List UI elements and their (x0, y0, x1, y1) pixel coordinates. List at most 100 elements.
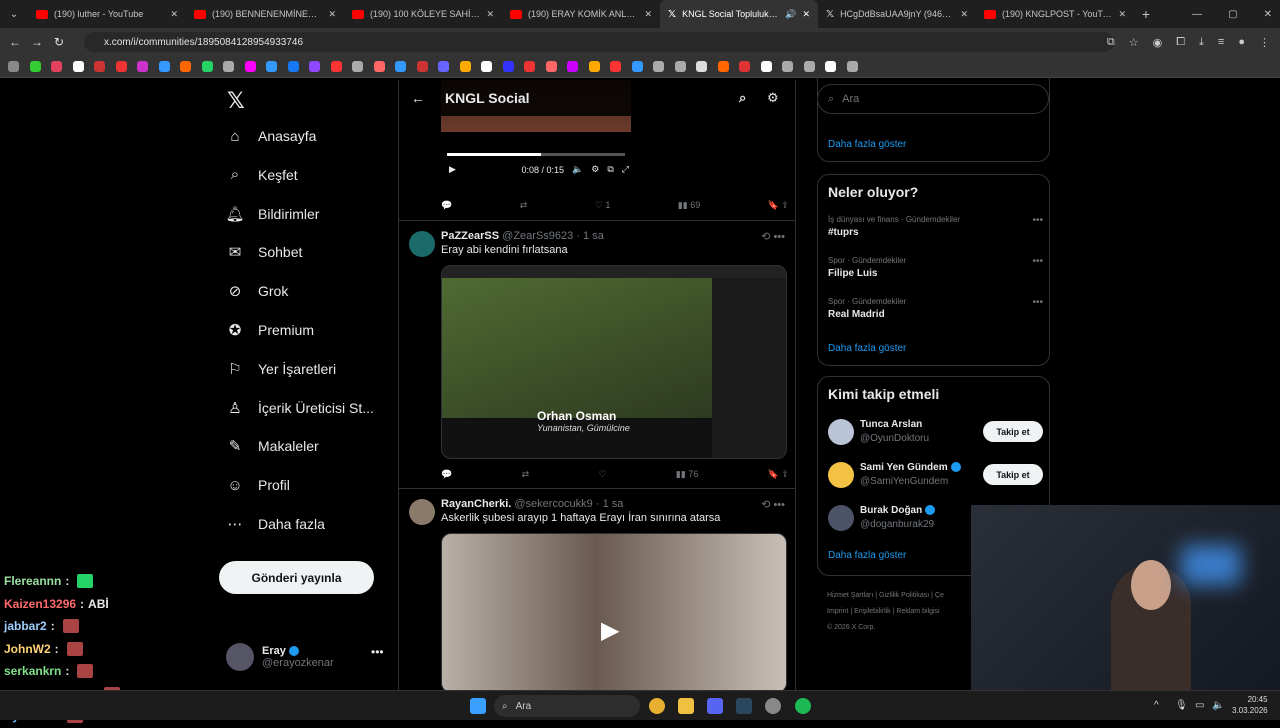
forward-icon[interactable]: → (26, 35, 48, 49)
bookmark-favicon-icon[interactable] (653, 61, 664, 72)
show-more-link[interactable]: Daha fazla göster (828, 343, 906, 354)
tweet[interactable]: RayanCherki. @sekercocukk9 · 1 sa ⟲ ••• … (399, 488, 795, 690)
chevron-up-icon[interactable]: ^ (1154, 700, 1159, 711)
clock[interactable]: 20:45 3.03.2026 (1232, 694, 1268, 716)
bookmark-favicon-icon[interactable] (739, 61, 750, 72)
profile-avatar-icon[interactable]: ● (1238, 36, 1245, 49)
avatar[interactable] (409, 231, 435, 257)
more-dots-icon[interactable]: ⟲ ••• (761, 498, 785, 511)
sidebar-item-profil[interactable]: ☺ Profil (226, 476, 290, 494)
bookmark-favicon-icon[interactable] (588, 61, 600, 72)
bookmark-favicon-icon[interactable] (545, 61, 557, 72)
network-icon[interactable]: ▭ (1195, 700, 1204, 711)
account-switcher[interactable]: Eray @erayozkenar ••• (226, 643, 384, 671)
folder-icon[interactable] (678, 698, 694, 714)
trend-item[interactable]: Spor · Gündemdekiler Real Madrid ••• (828, 297, 1043, 320)
x-logo-icon[interactable]: 𝕏 (227, 88, 245, 114)
bookmark-favicon-icon[interactable] (223, 61, 234, 72)
bookmark-favicon-icon[interactable] (266, 61, 277, 72)
bookmark-favicon-icon[interactable] (782, 61, 793, 72)
close-icon[interactable]: ✕ (960, 9, 968, 20)
trend-item[interactable]: İş dünyası ve finans · Gündemdekiler #tup… (828, 215, 1043, 238)
browser-tab[interactable]: (190) 100 KÖLEYE SAHİBELİK YA✕ (344, 0, 502, 28)
views-count[interactable]: ▮▮ 76 (676, 469, 698, 480)
bookmark-favicon-icon[interactable] (244, 61, 256, 72)
sidebar-item-sohbet[interactable]: ✉ Sohbet (226, 243, 303, 261)
menu-icon[interactable]: ⋮ (1259, 36, 1270, 49)
bookmark-favicon-icon[interactable] (201, 61, 213, 72)
like-button[interactable]: ♡ 1 (595, 200, 611, 211)
sidebar-item-bildirimler[interactable]: 🔔︎ Bildirimler (225, 205, 319, 223)
pip-icon[interactable]: ⧉ (607, 164, 613, 175)
follow-suggestion[interactable]: Sami Yen Gündem @SamiYenGundem Takip et (828, 460, 1043, 492)
sidebar-item-i-çerik-üreticisi-st[interactable]: ♙ İçerik Üreticisi St... (226, 399, 374, 417)
close-icon[interactable]: ✕ (328, 9, 336, 20)
close-window-button[interactable]: ✕ (1264, 9, 1272, 20)
bookmark-favicon-icon[interactable] (803, 61, 815, 72)
bookmark-favicon-icon[interactable] (610, 61, 621, 72)
bookmark-favicon-icon[interactable] (459, 61, 471, 72)
sidebar-item-makaleler[interactable]: ✎ Makaleler (226, 437, 319, 455)
bookmark-favicon-icon[interactable] (51, 61, 62, 72)
taskbar-search[interactable]: ⌕ Ara (494, 695, 640, 717)
bookmark-favicon-icon[interactable] (524, 61, 535, 72)
volume-icon[interactable]: 🔈 (1212, 700, 1224, 711)
media-icon[interactable]: ≡ (1218, 36, 1224, 49)
play-icon[interactable]: ▶ (601, 616, 631, 646)
reload-icon[interactable]: ↻ (48, 35, 70, 49)
bookmark-favicon-icon[interactable] (72, 61, 84, 72)
retweet-icon[interactable]: ⇄ (522, 469, 530, 480)
avatar[interactable] (409, 499, 435, 525)
bookmark-favicon-icon[interactable] (760, 61, 772, 72)
bookmark-favicon-icon[interactable] (438, 61, 449, 72)
more-dots-icon[interactable]: ••• (1032, 256, 1043, 267)
sidebar-item-yer-i-şaretleri[interactable]: ⚐ Yer İşaretleri (226, 360, 336, 378)
close-icon[interactable]: ✕ (1118, 9, 1126, 20)
bookmark-favicon-icon[interactable] (696, 61, 707, 72)
bookmark-favicon-icon[interactable] (330, 61, 342, 72)
tweet[interactable]: PaZZearSS @ZearSs9623 · 1 sa ⟲ ••• Eray … (399, 220, 795, 488)
cast-icon[interactable]: ⧉ (1107, 36, 1115, 49)
maximize-button[interactable]: ▢ (1228, 9, 1237, 20)
extension-icon[interactable]: ◉ (1153, 36, 1163, 49)
close-icon[interactable]: ✕ (644, 9, 652, 20)
bookmark-favicon-icon[interactable] (352, 61, 363, 72)
post-button[interactable]: Gönderi yayınla (219, 561, 374, 594)
bookmark-favicon-icon[interactable] (94, 61, 105, 72)
sidebar-item-keşfet[interactable]: ⌕ Keşfet (226, 166, 298, 184)
play-icon[interactable]: ▶ (449, 164, 456, 175)
video-progress-bar[interactable] (447, 153, 625, 156)
url-field[interactable]: x.com/i/communities/1895084128954933746 (84, 32, 1114, 52)
close-icon[interactable]: ✕ (170, 9, 178, 20)
bookmark-favicon-icon[interactable] (631, 61, 643, 72)
bookmark-icon[interactable]: 🔖 ⇪ (768, 200, 789, 211)
sidebar-item-premium[interactable]: ✪ Premium (226, 321, 314, 339)
bookmark-favicon-icon[interactable] (674, 61, 686, 72)
back-arrow-icon[interactable]: ← (411, 90, 445, 106)
bookmark-favicon-icon[interactable] (717, 61, 729, 72)
puzzle-icon[interactable]: ⧠ (1176, 36, 1185, 49)
trend-item[interactable]: Spor · Gündemdekiler Filipe Luis ••• (828, 256, 1043, 279)
bookmark-favicon-icon[interactable] (137, 61, 148, 72)
bookmark-favicon-icon[interactable] (29, 61, 41, 72)
bookmark-favicon-icon[interactable] (158, 61, 170, 72)
show-more-link[interactable]: Daha fazla göster (828, 550, 906, 561)
new-tab-button[interactable]: + (1134, 6, 1158, 22)
sidebar-item-daha-fazla[interactable]: ⋯ Daha fazla (226, 515, 325, 533)
browser-tab[interactable]: (190) ERAY KOMİK ANLAR 4 - A✕ (502, 0, 660, 28)
browser-tab[interactable]: (190) BENNENENMİNEMEMİMG✕ (186, 0, 344, 28)
bookmark-favicon-icon[interactable] (502, 61, 514, 72)
spotify-icon[interactable] (795, 698, 811, 714)
more-dots-icon[interactable]: ••• (1032, 215, 1043, 226)
settings-icon[interactable]: ⚙ (591, 164, 599, 175)
minimize-button[interactable]: — (1192, 9, 1202, 20)
bookmark-favicon-icon[interactable] (309, 61, 320, 72)
bookmark-favicon-icon[interactable] (180, 61, 191, 72)
bookmark-favicon-icon[interactable] (416, 61, 428, 72)
tweet-media[interactable]: ▶ (441, 533, 787, 690)
browser-tab[interactable]: 𝕏HCgDdBsaUAA9jnY (946×2048)✕ (818, 0, 976, 28)
more-dots-icon[interactable]: ⟲ ••• (761, 230, 785, 243)
bookmark-favicon-icon[interactable] (373, 61, 385, 72)
steam-icon[interactable] (736, 698, 752, 714)
speaker-icon[interactable]: 🔊 (785, 9, 796, 20)
